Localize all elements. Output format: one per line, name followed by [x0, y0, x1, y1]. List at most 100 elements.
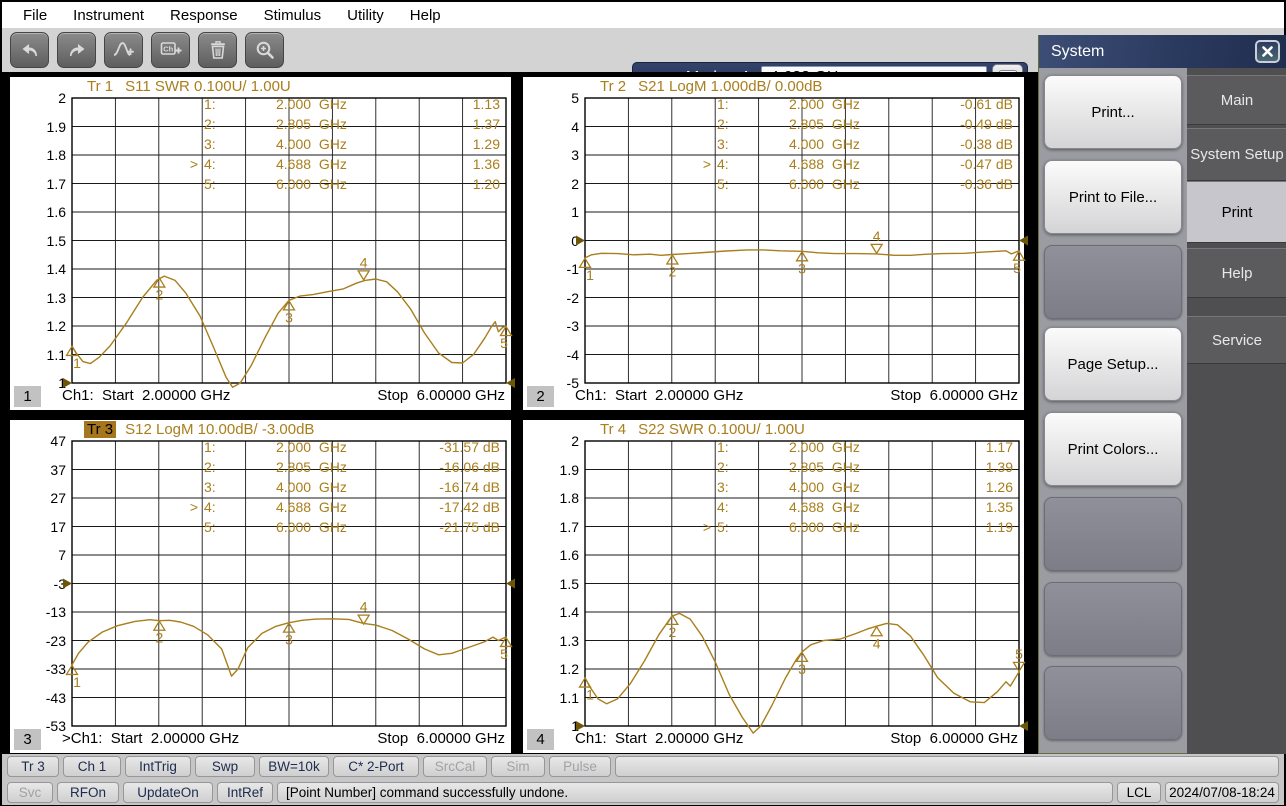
active-marker-indicator: > — [182, 156, 198, 172]
marker-number: 5: — [717, 176, 729, 192]
channel-number-box[interactable]: 1 — [14, 386, 41, 407]
plot-tr4-s22: Tr 4S22 SWR 0.100U/ 1.00U21.91.81.71.61.… — [523, 420, 1024, 753]
menu-file[interactable]: File — [10, 4, 60, 27]
vna-app-window: FileInstrumentResponseStimulusUtilityHel… — [0, 0, 1286, 806]
marker-frequency: 4.000 GHz — [789, 479, 860, 495]
marker-number: 3: — [717, 136, 729, 152]
zoom-button[interactable] — [245, 32, 284, 68]
status-tr-3[interactable]: Tr 3 — [7, 756, 59, 777]
marker-table-row: 5:6.000 GHz-0.36 dB — [523, 176, 1024, 196]
tab-system-setup[interactable]: System Setup — [1187, 128, 1286, 181]
marker-2[interactable]: 2 — [667, 615, 678, 640]
add-channel-button[interactable]: Ch — [151, 32, 190, 68]
blank-softkey-7[interactable] — [1044, 666, 1182, 740]
close-icon[interactable] — [1255, 40, 1280, 63]
svg-text:4: 4 — [360, 254, 368, 270]
page-setup-button[interactable]: Page Setup... — [1044, 327, 1182, 401]
marker-table-row: >4:4.688 GHz-17.42 dB — [10, 499, 511, 519]
tab-help[interactable]: Help — [1187, 248, 1286, 298]
marker-frequency: 2.805 GHz — [276, 116, 347, 132]
svg-text:1: 1 — [73, 355, 81, 371]
status-rfon[interactable]: RFOn — [57, 782, 119, 803]
system-softkey-panel: System Print...Print to File...Page Setu… — [1038, 35, 1286, 754]
marker-4-active[interactable]: 4 — [871, 228, 882, 254]
delete-button[interactable] — [198, 32, 237, 68]
close-x-glyph — [1261, 45, 1274, 58]
sweep-stop-label: Stop 6.00000 GHz — [890, 730, 1018, 747]
marker-table-row: 1:2.000 GHz-0.61 dB — [523, 96, 1024, 116]
marker-table-row: 2:2.805 GHz1.39 — [523, 459, 1024, 479]
undo-icon — [18, 38, 42, 62]
status-updateon[interactable]: UpdateOn — [123, 782, 213, 803]
status-intref[interactable]: IntRef — [217, 782, 273, 803]
marker-1[interactable]: 1 — [580, 258, 595, 283]
status-c-2-port[interactable]: C* 2-Port — [333, 756, 419, 777]
marker-table-row: 1:2.000 GHz-31.57 dB — [10, 439, 511, 459]
marker-value: -0.49 dB — [889, 116, 1013, 132]
menu-help[interactable]: Help — [397, 4, 454, 27]
marker-2[interactable]: 2 — [667, 255, 678, 280]
marker-4[interactable]: 4 — [871, 627, 882, 652]
marker-value: -17.42 dB — [376, 499, 500, 515]
status-message: [Point Number] command successfully undo… — [277, 782, 1113, 803]
marker-table-row: 2:2.805 GHz1.37 — [10, 116, 511, 136]
menu-utility[interactable]: Utility — [334, 4, 397, 27]
status-ch-1[interactable]: Ch 1 — [63, 756, 121, 777]
menu-instrument[interactable]: Instrument — [60, 4, 157, 27]
delete-icon — [206, 38, 230, 62]
marker-number: 5: — [717, 519, 729, 535]
marker-value: 1.19 — [889, 519, 1013, 535]
marker-number: 2: — [204, 459, 216, 475]
tab-print[interactable]: Print — [1187, 181, 1286, 243]
redo-icon — [65, 38, 89, 62]
blank-softkey-2[interactable] — [1044, 245, 1182, 319]
marker-frequency: 2.805 GHz — [789, 459, 860, 475]
sweep-start-label: Ch1: Start 2.00000 GHz — [575, 730, 743, 747]
svg-text:3: 3 — [798, 661, 806, 677]
marker-value: 1.39 — [889, 459, 1013, 475]
channel-number-box[interactable]: 4 — [527, 729, 554, 750]
add-trace-button[interactable] — [104, 32, 143, 68]
marker-table-row: 3:4.000 GHz1.29 — [10, 136, 511, 156]
marker-frequency: 4.688 GHz — [789, 156, 860, 172]
tab-service[interactable]: Service — [1187, 316, 1286, 364]
status-bw-10k[interactable]: BW=10k — [259, 756, 329, 777]
marker-2[interactable]: 2 — [154, 621, 165, 646]
marker-value: 1.13 — [376, 96, 500, 112]
sweep-stop-label: Stop 6.00000 GHz — [377, 730, 505, 747]
marker-frequency: 4.688 GHz — [276, 499, 347, 515]
marker-1[interactable]: 1 — [67, 346, 82, 371]
marker-table-row: 2:2.805 GHz-0.49 dB — [523, 116, 1024, 136]
marker-4-active[interactable]: 4 — [358, 254, 369, 280]
undo-button[interactable] — [10, 32, 49, 68]
plot-tr1-s11: Tr 1S11 SWR 0.100U/ 1.00U21.91.81.71.61.… — [10, 77, 511, 410]
status-bar-row1: Tr 3Ch 1IntTrigSwpBW=10kC* 2-PortSrcCalS… — [2, 754, 1284, 779]
marker-number: 1: — [204, 96, 216, 112]
blank-softkey-6[interactable] — [1044, 582, 1182, 656]
status-swp[interactable]: Swp — [195, 756, 255, 777]
active-marker-indicator: > — [695, 519, 711, 535]
marker-4-active[interactable]: 4 — [358, 599, 369, 625]
print-button[interactable]: Print... — [1044, 75, 1182, 149]
marker-value: 1.17 — [889, 439, 1013, 455]
print-colors-button[interactable]: Print Colors... — [1044, 412, 1182, 486]
marker-value: -16.06 dB — [376, 459, 500, 475]
menu-stimulus[interactable]: Stimulus — [251, 4, 335, 27]
menu-response[interactable]: Response — [157, 4, 251, 27]
print-to-file-button[interactable]: Print to File... — [1044, 160, 1182, 234]
channel-number-box[interactable]: 3 — [14, 729, 41, 750]
status-srccal: SrcCal — [423, 756, 487, 777]
marker-frequency: 2.000 GHz — [789, 439, 860, 455]
marker-1[interactable]: 1 — [580, 678, 595, 703]
marker-frequency: 4.000 GHz — [789, 136, 860, 152]
svg-text:5: 5 — [1013, 260, 1021, 276]
status-row1-spacer — [615, 756, 1279, 777]
plot-tr3-s12: Tr 3S12 LogM 10.00dB/ -3.00dB473727177-3… — [10, 420, 511, 753]
redo-button[interactable] — [57, 32, 96, 68]
channel-number-box[interactable]: 2 — [527, 386, 554, 407]
marker-number: 4: — [204, 156, 216, 172]
zoom-icon — [253, 38, 277, 62]
tab-main[interactable]: Main — [1187, 75, 1286, 125]
blank-softkey-5[interactable] — [1044, 497, 1182, 571]
status-inttrig[interactable]: IntTrig — [125, 756, 191, 777]
